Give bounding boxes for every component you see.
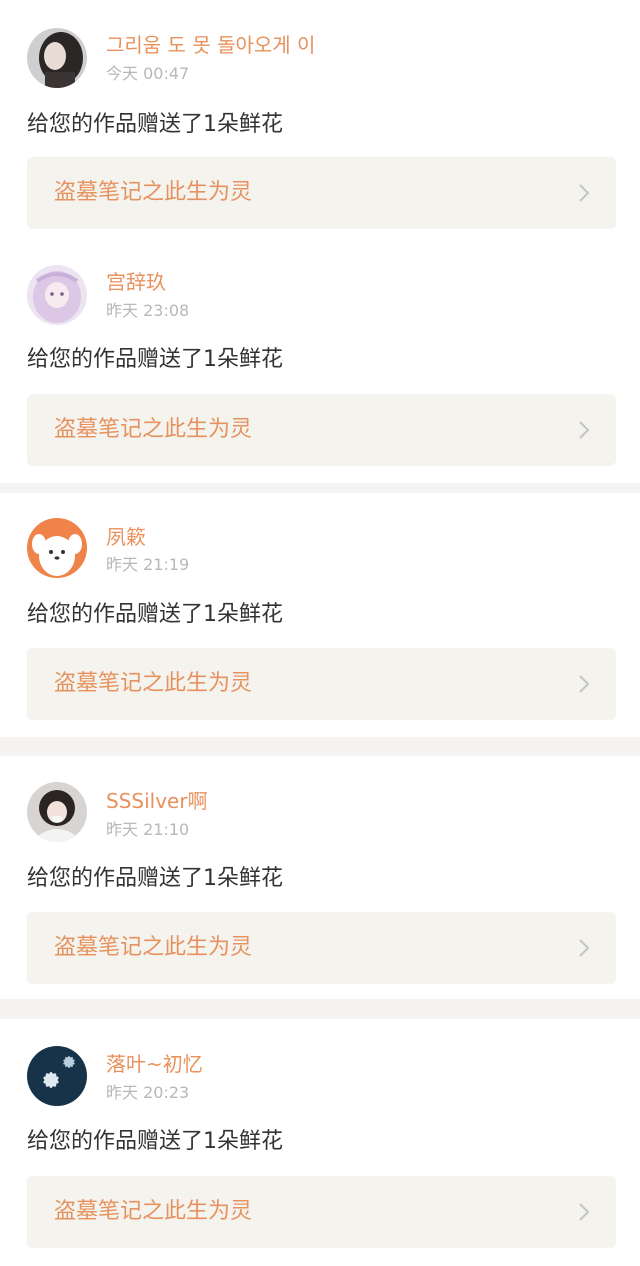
timestamp: 昨天 23:08 [106,301,190,320]
chevron-right-icon [578,674,590,694]
avatar-girl-dark-hair-icon [27,28,87,88]
avatar[interactable] [27,518,87,578]
timestamp: 昨天 21:19 [106,555,190,574]
chevron-right-icon [578,183,590,203]
notification-feed: 그리움 도 못 돌아오게 이 今天 00:47 给您的作品赠送了1朵鲜花 盗墓笔… [0,0,640,1266]
chevron-right-icon [578,1202,590,1222]
timestamp: 昨天 20:23 [106,1083,190,1102]
gift-message: 给您的作品赠送了1朵鲜花 [27,1129,283,1154]
work-link[interactable]: 盗墓笔记之此生为灵 [27,912,616,984]
user-name[interactable]: SSSilver啊 [106,789,208,813]
gift-message: 给您的作品赠送了1朵鲜花 [27,866,283,891]
user-name[interactable]: 夙簌 [106,525,146,549]
avatar[interactable] [27,782,87,842]
work-title: 盗墓笔记之此生为灵 [54,417,253,442]
work-title: 盗墓笔记之此生为灵 [54,671,253,696]
work-link[interactable]: 盗墓笔记之此生为灵 [27,1176,616,1248]
notification-card: 落叶~初忆 昨天 20:23 给您的作品赠送了1朵鲜花 盗墓笔记之此生为灵 [0,1019,640,1266]
notification-card: 宫辞玖 昨天 23:08 给您的作品赠送了1朵鲜花 盗墓笔记之此生为灵 [0,246,640,483]
work-link[interactable]: 盗墓笔记之此生为灵 [27,157,616,229]
avatar-blue-flowers-icon [27,1046,87,1106]
work-title: 盗墓笔记之此生为灵 [54,935,253,960]
chevron-right-icon [578,420,590,440]
gift-message: 给您的作品赠送了1朵鲜花 [27,602,283,627]
user-name[interactable]: 落叶~初忆 [106,1052,203,1076]
timestamp: 今天 00:47 [106,64,190,83]
work-link[interactable]: 盗墓笔记之此生为灵 [27,394,616,466]
avatar-cartoon-dog-orange-icon [27,518,87,578]
gift-message: 给您的作品赠送了1朵鲜花 [27,347,283,372]
section-divider [0,483,640,493]
section-divider [0,999,640,1019]
timestamp: 昨天 21:10 [106,820,190,839]
user-name[interactable]: 宫辞玖 [106,270,166,294]
avatar-girl-white-hoodie-icon [27,782,87,842]
notification-card: SSSilver啊 昨天 21:10 给您的作品赠送了1朵鲜花 盗墓笔记之此生为… [0,756,640,999]
notification-card: 그리움 도 못 돌아오게 이 今天 00:47 给您的作品赠送了1朵鲜花 盗墓笔… [0,0,640,246]
notification-card: 夙簌 昨天 21:19 给您的作品赠送了1朵鲜花 盗墓笔记之此生为灵 [0,493,640,737]
work-title: 盗墓笔记之此生为灵 [54,180,253,205]
section-divider [0,737,640,756]
chevron-right-icon [578,938,590,958]
avatar[interactable] [27,265,87,325]
avatar[interactable] [27,1046,87,1106]
avatar[interactable] [27,28,87,88]
avatar-anime-girl-pink-icon [27,265,87,325]
work-title: 盗墓笔记之此生为灵 [54,1199,253,1224]
gift-message: 给您的作品赠送了1朵鲜花 [27,112,283,137]
work-link[interactable]: 盗墓笔记之此生为灵 [27,648,616,720]
user-name[interactable]: 그리움 도 못 돌아오게 이 [106,33,315,57]
